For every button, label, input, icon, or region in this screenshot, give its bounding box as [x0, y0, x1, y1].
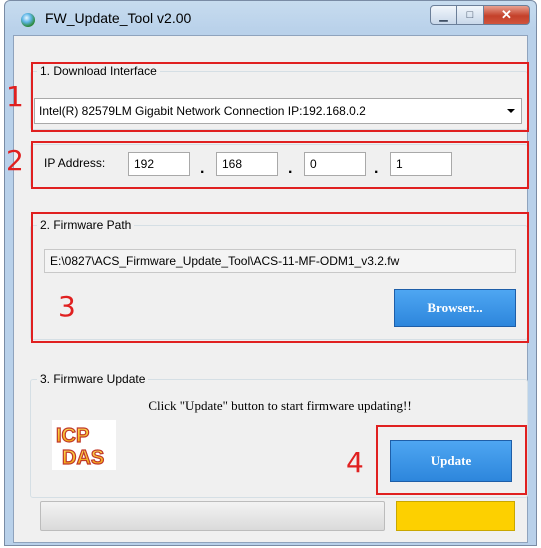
maximize-icon: □: [466, 9, 474, 21]
firmware-update-legend: 3. Firmware Update: [40, 372, 146, 386]
title-bar[interactable]: FW_Update_Tool v2.00 ▁ □ ✕: [5, 1, 536, 35]
annotation-number-4: 4: [346, 446, 364, 479]
annotation-number-2: 2: [6, 144, 24, 177]
window-title: FW_Update_Tool v2.00: [45, 10, 192, 26]
close-icon: ✕: [501, 7, 512, 22]
caption-buttons: ▁ □ ✕: [430, 5, 530, 25]
logo-text-line2: DAS: [62, 447, 104, 469]
minimize-icon: ▁: [439, 9, 448, 22]
close-button[interactable]: ✕: [484, 5, 530, 25]
logo-text-line1: ICP: [56, 425, 89, 447]
update-instruction: Click "Update" button to start firmware …: [148, 398, 412, 413]
icp-das-logo: ICP DAS: [52, 420, 116, 470]
progress-bar: [40, 501, 385, 531]
annotation-box-2: [31, 141, 529, 189]
annotation-box-1: [31, 62, 529, 132]
annotation-box-3: [31, 212, 529, 343]
annotation-number-3: 3: [58, 290, 76, 323]
minimize-button[interactable]: ▁: [430, 5, 457, 25]
annotation-box-4: [376, 425, 527, 495]
maximize-button[interactable]: □: [457, 5, 484, 25]
app-icon: [21, 13, 35, 27]
status-indicator: [396, 501, 515, 531]
annotation-number-1: 1: [6, 80, 24, 113]
